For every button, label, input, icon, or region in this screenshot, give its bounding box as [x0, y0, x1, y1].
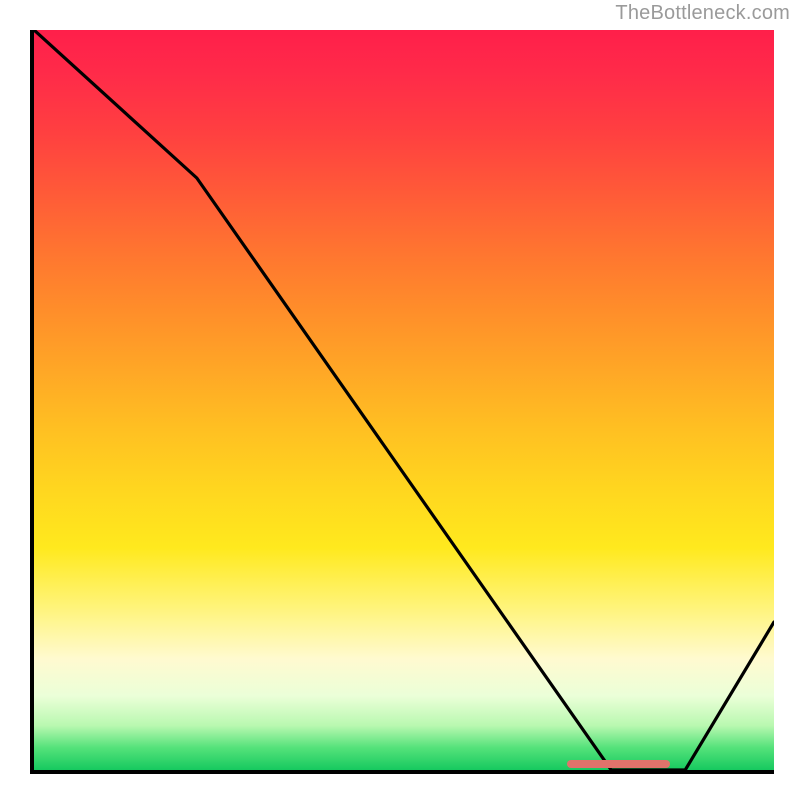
line-series	[34, 30, 774, 770]
plot-area	[30, 30, 774, 774]
chart-container: TheBottleneck.com	[0, 0, 800, 800]
attribution-text: TheBottleneck.com	[615, 2, 790, 25]
optimum-marker	[567, 760, 671, 768]
curve-path	[34, 30, 774, 770]
